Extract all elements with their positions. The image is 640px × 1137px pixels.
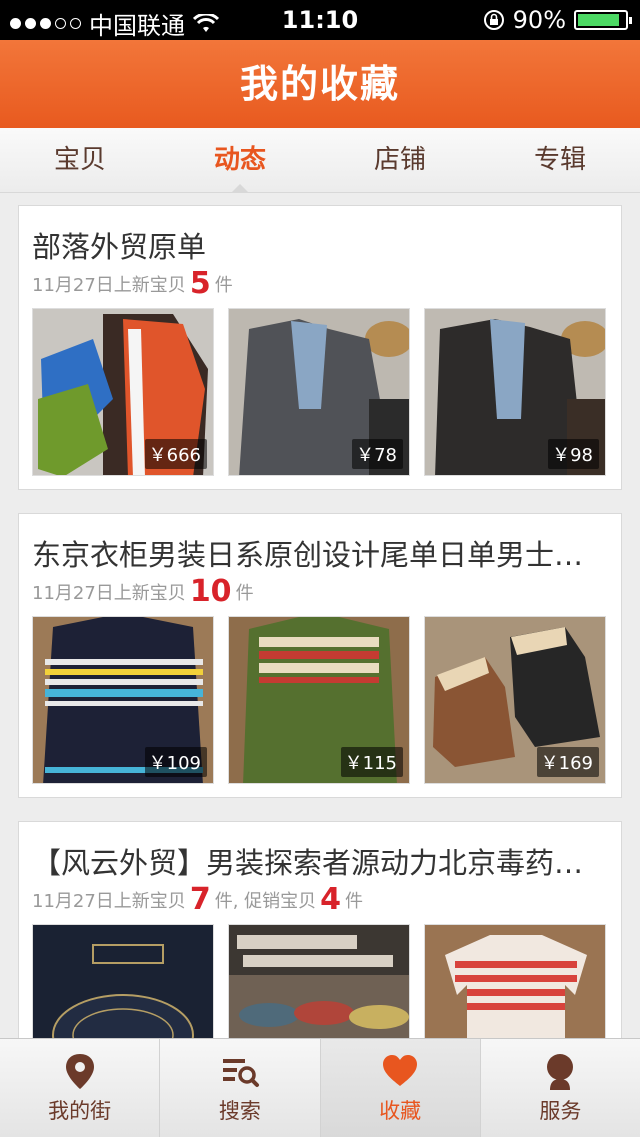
tab-dianpu[interactable]: 店铺 (320, 128, 480, 192)
unit-text: 件 (214, 891, 233, 912)
tabbar-label: 服务 (539, 1099, 582, 1123)
tabbar-label: 我的街 (48, 1099, 112, 1123)
promo-text: , 促销宝贝 (232, 891, 317, 912)
tab-bar: 我的街 搜索 收藏 服务 (0, 1038, 640, 1137)
battery-level (578, 14, 620, 26)
product-thumbnail[interactable]: ￥115 (228, 616, 410, 784)
tabbar-item-service[interactable]: 服务 (481, 1039, 640, 1137)
battery-icon (574, 10, 632, 30)
update-info: 11月27日上新宝贝 10 件 (32, 574, 254, 609)
new-item-count: 5 (189, 266, 211, 301)
feed-list: 部落外贸原单 11月27日上新宝贝 5 件 ￥666 ￥78 ￥98 东京衣柜男… (0, 192, 640, 1038)
product-thumbnail[interactable]: ￥169 (424, 616, 606, 784)
product-thumbnail[interactable] (228, 924, 410, 1038)
promo-item-count: 4 (320, 882, 342, 917)
product-thumbnail[interactable]: ￥666 (32, 308, 214, 476)
status-bar: 中国联通 11:10 90% (0, 0, 640, 40)
update-date-text: 11月27日上新宝贝 (32, 275, 186, 296)
new-item-count: 7 (189, 882, 211, 917)
shop-update-card[interactable]: 【风云外贸】男装探索者源动力北京毒药… 11月27日上新宝贝 7 件, 促销宝贝 4 件 (18, 821, 622, 1038)
tab-baobei[interactable]: 宝贝 (0, 128, 160, 192)
tabbar-label: 搜索 (218, 1099, 261, 1123)
status-right: 90% (483, 6, 632, 34)
segment-tabs: 宝贝 动态 店铺 专辑 (0, 128, 640, 193)
product-thumbnail[interactable]: ￥109 (32, 616, 214, 784)
update-date-text: 11月27日上新宝贝 (32, 891, 186, 912)
product-thumbnail[interactable] (32, 924, 214, 1038)
product-thumbnails: ￥666 ￥78 ￥98 (32, 308, 606, 476)
product-thumbnails: ￥109 ￥115 ￥169 (32, 616, 606, 784)
promo-unit-text: 件 (345, 891, 364, 912)
shop-update-card[interactable]: 东京衣柜男装日系原创设计尾单日单男士… 11月27日上新宝贝10件 ￥109 (18, 513, 622, 798)
tab-dongtai[interactable]: 动态 (160, 128, 320, 193)
update-info: 11月27日上新宝贝 7 件, 促销宝贝 4 件 (32, 882, 363, 917)
polo-label-image (33, 925, 213, 1038)
tabbar-item-search[interactable]: 搜索 (160, 1039, 321, 1137)
product-thumbnail[interactable]: ￥98 (424, 308, 606, 476)
product-thumbnails (32, 924, 606, 1038)
striped-tshirt-image (425, 925, 605, 1038)
shop-update-card[interactable]: 部落外贸原单 11月27日上新宝贝 5 件 ￥666 ￥78 ￥98 (18, 205, 622, 490)
product-price: ￥78 (352, 439, 403, 469)
person-icon (547, 1054, 574, 1090)
product-price: ￥666 (144, 439, 207, 469)
product-price: ￥115 (340, 747, 403, 777)
new-item-count: 10 (189, 574, 232, 609)
page-title: 我的收藏 (239, 62, 400, 106)
battery-percent: 90% (512, 6, 566, 34)
search-list-icon (222, 1059, 259, 1087)
product-price: ￥98 (548, 439, 599, 469)
shoes-banner-image (229, 925, 409, 1038)
product-thumbnail[interactable] (424, 924, 606, 1038)
location-pin-icon (65, 1054, 94, 1089)
tabbar-item-my-street[interactable]: 我的街 (0, 1039, 161, 1137)
product-price: ￥109 (144, 747, 207, 777)
update-info: 11月27日上新宝贝 5 件 (32, 266, 233, 301)
product-price: ￥169 (536, 747, 599, 777)
heart-icon (383, 1055, 418, 1086)
nav-bar: 我的收藏 (0, 40, 640, 128)
rotation-lock-icon (483, 10, 504, 30)
tabbar-item-favorites[interactable]: 收藏 (320, 1039, 481, 1137)
update-date-text: 11月27日上新宝贝 (32, 583, 186, 604)
tab-zhuanji[interactable]: 专辑 (480, 128, 640, 192)
unit-text: 件 (235, 583, 254, 604)
shop-name[interactable]: 部落外贸原单 (32, 224, 610, 266)
tabbar-label: 收藏 (379, 1099, 422, 1123)
shop-name[interactable]: 【风云外贸】男装探索者源动力北京毒药… (32, 840, 610, 882)
unit-text: 件 (214, 275, 233, 296)
shop-name[interactable]: 东京衣柜男装日系原创设计尾单日单男士… (32, 532, 610, 574)
product-thumbnail[interactable]: ￥78 (228, 308, 410, 476)
